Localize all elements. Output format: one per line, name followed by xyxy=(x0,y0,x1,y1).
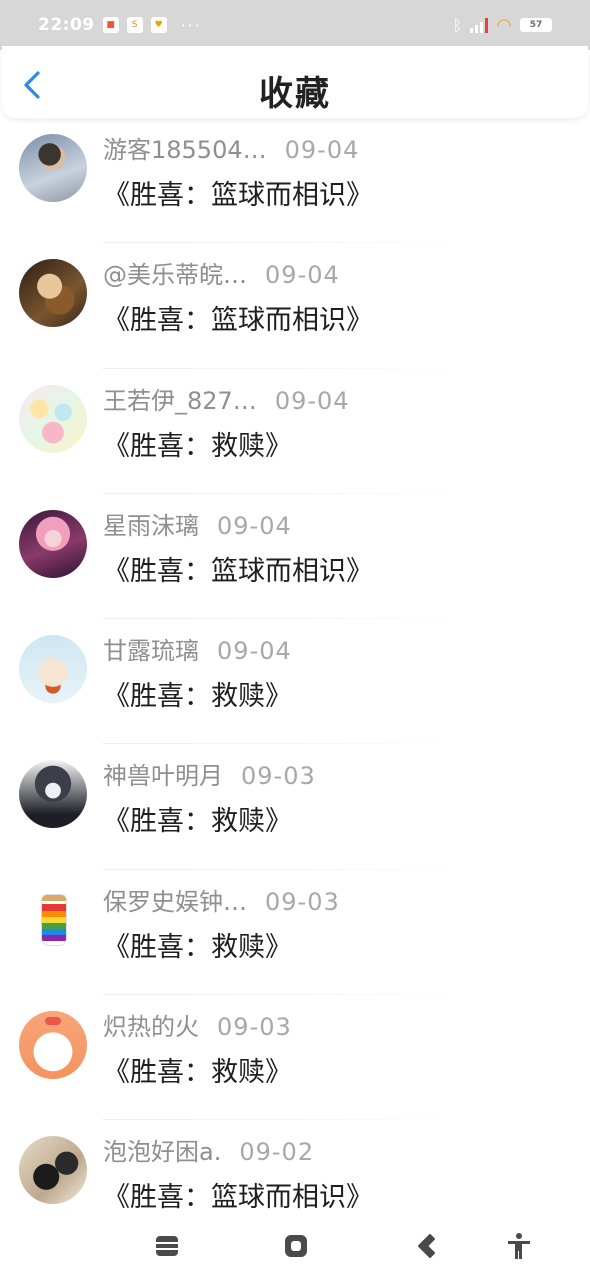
avatar[interactable] xyxy=(19,885,87,954)
username[interactable]: 保罗史娱钟… xyxy=(103,882,247,917)
username[interactable]: 神兽叶明月 xyxy=(103,756,223,791)
date: 09-03 xyxy=(265,887,340,916)
notification-app-icon: S xyxy=(126,17,143,33)
username[interactable]: @美乐蒂皖… xyxy=(103,255,247,290)
date: 09-03 xyxy=(217,1013,292,1042)
item-meta: 游客185504… 09-04 xyxy=(103,130,359,165)
list-item[interactable]: 炽热的火 09-03 《胜喜：救赎》 xyxy=(0,995,590,1121)
item-meta: 炽热的火 09-03 xyxy=(103,1007,292,1042)
list-item[interactable]: 神兽叶明月 09-03 《胜喜：救赎》 xyxy=(0,744,590,870)
item-title[interactable]: 《胜喜：篮球而相识》 xyxy=(103,1175,373,1214)
item-title[interactable]: 《胜喜：救赎》 xyxy=(103,1050,292,1089)
username[interactable]: 甘露琉璃 xyxy=(103,631,199,666)
bluetooth-icon: ᛒ xyxy=(452,15,463,35)
signal-icon xyxy=(470,17,489,33)
date: 09-04 xyxy=(217,511,292,540)
item-title[interactable]: 《胜喜：篮球而相识》 xyxy=(103,549,373,588)
date: 09-04 xyxy=(284,136,360,164)
list-item[interactable]: @美乐蒂皖… 09-04 《胜喜：篮球而相识》 xyxy=(0,243,590,369)
item-title[interactable]: 《胜喜：救赎》 xyxy=(103,925,292,964)
avatar[interactable] xyxy=(19,509,87,578)
recent-apps-button[interactable] xyxy=(153,1232,181,1260)
item-title[interactable]: 《胜喜：篮球而相识》 xyxy=(103,173,373,212)
home-icon xyxy=(285,1235,307,1257)
item-title[interactable]: 《胜喜：篮球而相识》 xyxy=(103,298,373,337)
item-meta: 星雨沫璃 09-04 xyxy=(103,506,292,541)
avatar[interactable] xyxy=(19,134,87,202)
menu-icon xyxy=(156,1236,178,1256)
battery-icon: 57 xyxy=(520,18,552,32)
list-item[interactable]: 保罗史娱钟… 09-03 《胜喜：救赎》 xyxy=(0,870,590,996)
list-item[interactable]: 甘露琉璃 09-04 《胜喜：救赎》 xyxy=(0,619,590,745)
username[interactable]: 炽热的火 xyxy=(103,1007,199,1042)
date: 09-04 xyxy=(217,637,292,666)
item-meta: 甘露琉璃 09-04 xyxy=(103,631,292,666)
avatar[interactable] xyxy=(19,635,87,704)
date: 09-04 xyxy=(265,261,340,290)
item-meta: 保罗史娱钟… 09-03 xyxy=(103,882,340,917)
list-item[interactable]: 王若伊_827… 09-04 《胜喜：救赎》 xyxy=(0,369,590,494)
list-item[interactable]: 游客185504… 09-04 《胜喜：篮球而相识》 xyxy=(0,118,590,244)
date: 09-04 xyxy=(274,386,350,415)
avatar[interactable] xyxy=(19,1136,87,1205)
username[interactable]: 星雨沫璃 xyxy=(103,506,199,541)
item-title[interactable]: 《胜喜：救赎》 xyxy=(103,674,292,713)
avatar[interactable] xyxy=(19,384,87,453)
system-nav-bar xyxy=(0,1210,590,1280)
page-title: 收藏 xyxy=(259,74,331,114)
more-notifications-dots: ··· xyxy=(180,15,202,35)
app-header: 收藏 xyxy=(2,46,588,118)
item-meta: 神兽叶明月 09-03 xyxy=(103,756,316,791)
status-time: 22:09 xyxy=(38,15,95,35)
wifi-icon: ◠ xyxy=(496,14,512,36)
back-nav-button[interactable] xyxy=(412,1232,440,1260)
item-meta: 泡泡好困a. 09-02 xyxy=(103,1132,314,1167)
avatar[interactable] xyxy=(19,1011,87,1080)
home-button[interactable] xyxy=(282,1232,310,1260)
notification-app-icon: ♥ xyxy=(150,17,167,33)
item-meta: @美乐蒂皖… 09-04 xyxy=(103,255,340,290)
list-item[interactable]: 星雨沫璃 09-04 《胜喜：篮球而相识》 xyxy=(0,494,590,620)
rainbow-bottle-icon xyxy=(41,893,67,946)
item-title[interactable]: 《胜喜：救赎》 xyxy=(103,424,292,463)
item-title[interactable]: 《胜喜：救赎》 xyxy=(103,799,292,838)
date: 09-02 xyxy=(239,1138,315,1167)
bow-icon xyxy=(45,1017,61,1026)
back-icon xyxy=(418,1234,435,1258)
username[interactable]: 泡泡好困a. xyxy=(103,1132,221,1167)
username[interactable]: 游客185504… xyxy=(103,130,267,165)
status-indicators: ᛒ ◠ 57 xyxy=(453,15,552,36)
favorites-list: 游客185504… 09-04 《胜喜：篮球而相识》 @美乐蒂皖… 09-04 … xyxy=(0,118,590,1246)
avatar[interactable] xyxy=(19,760,87,829)
notification-app-icon: ■ xyxy=(102,17,119,33)
username[interactable]: 王若伊_827… xyxy=(103,381,257,416)
avatar[interactable] xyxy=(19,259,87,328)
accessibility-button[interactable] xyxy=(505,1232,533,1260)
date: 09-03 xyxy=(241,762,316,791)
item-meta: 王若伊_827… 09-04 xyxy=(103,381,350,416)
status-bar: 22:09 ■ S ♥ ··· ᛒ ◠ 57 xyxy=(0,0,590,50)
accessibility-icon xyxy=(508,1233,530,1259)
